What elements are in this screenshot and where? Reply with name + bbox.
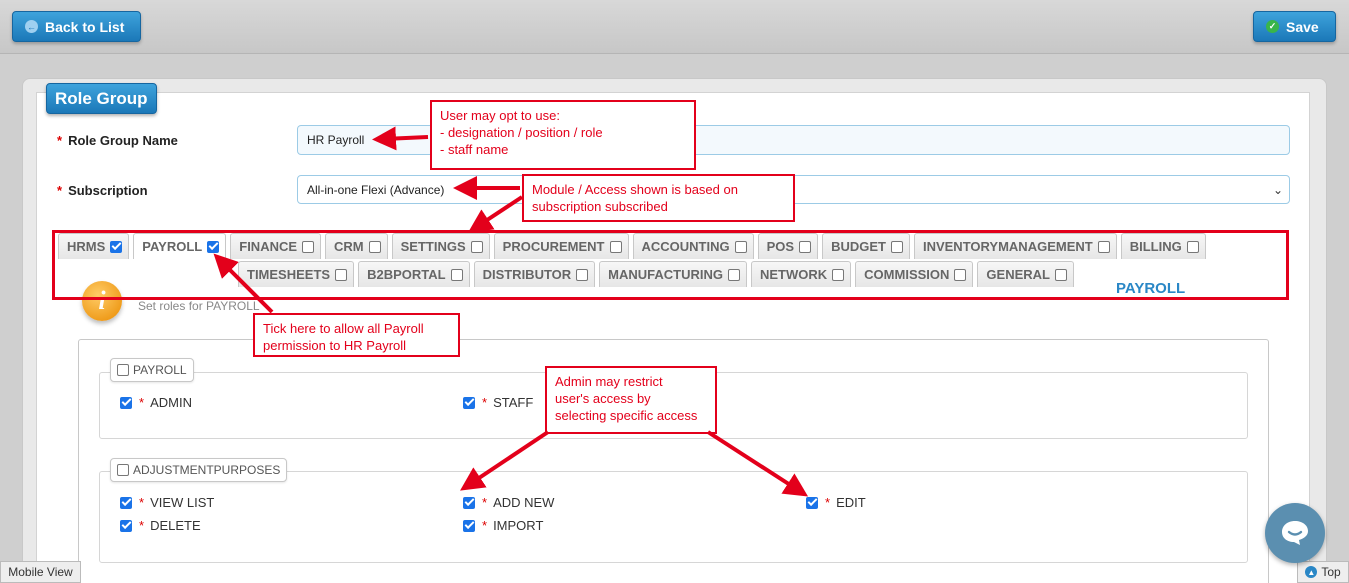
permission-checkbox[interactable] (463, 396, 475, 409)
permission-delete[interactable]: * DELETE (120, 518, 201, 533)
permission-checkbox[interactable] (120, 496, 132, 509)
permission-checkbox[interactable] (806, 496, 818, 509)
permission-view-list[interactable]: * VIEW LIST (120, 495, 214, 510)
back-to-list-button[interactable]: ← Back to List (12, 11, 141, 42)
permission-add-new[interactable]: * ADD NEW (463, 495, 554, 510)
info-text: Set roles for PAYROLL (138, 299, 260, 313)
permission-import[interactable]: * IMPORT (463, 518, 543, 533)
save-button[interactable]: ✓ Save (1253, 11, 1336, 42)
mobile-view-button[interactable]: Mobile View (0, 561, 81, 583)
annotation-restrict-hint: Admin may restrict user's access by sele… (545, 366, 717, 434)
permission-edit[interactable]: * EDIT (806, 495, 866, 510)
top-toolbar: ← Back to List ✓ Save (0, 0, 1349, 54)
permission-checkbox[interactable] (463, 519, 475, 532)
panel-title: Role Group (46, 83, 157, 114)
annotation-subscription-hint: Module / Access shown is based on subscr… (522, 174, 795, 222)
arrow-up-icon: ▲ (1305, 566, 1318, 578)
role-group-name-label: * Role Group Name (57, 133, 178, 148)
annotation-name-hint: User may opt to use: - designation / pos… (430, 100, 696, 170)
chevron-down-icon: ⌄ (1272, 182, 1283, 197)
permission-admin[interactable]: * ADMIN (120, 395, 192, 410)
back-to-top-button[interactable]: ▲ Top (1297, 561, 1349, 583)
annotation-payroll-tick-hint: Tick here to allow all Payroll permissio… (253, 313, 460, 357)
permission-group-adjustmentpurposes (99, 471, 1248, 563)
group-checkbox[interactable] (117, 464, 129, 476)
permission-checkbox[interactable] (463, 496, 475, 509)
chat-bubble-icon (1282, 521, 1308, 545)
save-label: Save (1286, 18, 1319, 35)
subscription-label: * Subscription (57, 183, 148, 198)
check-circle-icon: ✓ (1266, 20, 1279, 33)
subscription-value: All-in-one Flexi (Advance) (307, 182, 445, 197)
chat-widget-button[interactable] (1265, 503, 1325, 563)
tabs-highlight-frame (52, 230, 1289, 300)
group-toggle-adjustmentpurposes[interactable]: ADJUSTMENTPURPOSES (110, 458, 288, 482)
group-checkbox[interactable] (117, 364, 129, 376)
permission-checkbox[interactable] (120, 396, 132, 409)
group-toggle-payroll[interactable]: PAYROLL (110, 358, 194, 382)
back-to-list-label: Back to List (45, 18, 125, 35)
permission-staff[interactable]: * STAFF (463, 395, 533, 410)
back-arrow-icon: ← (25, 20, 38, 33)
permission-checkbox[interactable] (120, 519, 132, 532)
